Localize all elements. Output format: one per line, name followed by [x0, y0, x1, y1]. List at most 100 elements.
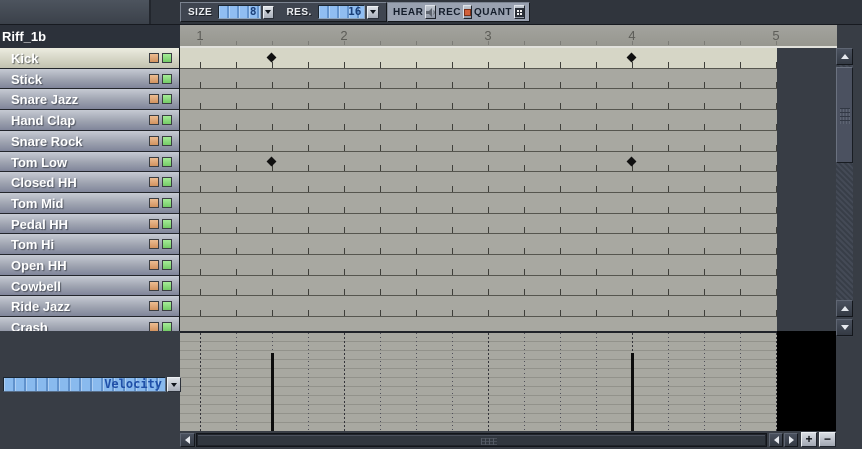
instrument-name: Snare Rock — [11, 134, 83, 149]
instrument-row-pedal-hh[interactable]: Pedal HH — [0, 214, 179, 235]
scroll-left-button[interactable] — [180, 433, 195, 447]
solo-button[interactable] — [162, 115, 172, 125]
instrument-row-stick[interactable]: Stick — [0, 69, 179, 90]
ruler-tick-mark — [200, 41, 201, 45]
solo-button[interactable] — [162, 198, 172, 208]
grid-row-snare-rock[interactable] — [180, 131, 777, 152]
mute-button[interactable] — [149, 322, 159, 331]
solo-button[interactable] — [162, 136, 172, 146]
instrument-row-closed-hh[interactable]: Closed HH — [0, 172, 179, 193]
speaker-icon — [426, 8, 435, 17]
instrument-name: Snare Jazz — [11, 92, 78, 107]
quantize-toggle-button[interactable] — [514, 5, 525, 19]
velocity-bar[interactable] — [271, 353, 274, 431]
scroll-down-button[interactable] — [836, 319, 853, 336]
solo-button[interactable] — [162, 260, 172, 270]
velocity-bar[interactable] — [631, 353, 634, 431]
mute-button[interactable] — [149, 198, 159, 208]
zoom-in-button[interactable]: + — [801, 432, 817, 447]
timeline-ruler[interactable]: 12345 — [180, 25, 837, 48]
vertical-scrollbar-thumb[interactable] — [836, 67, 853, 163]
arrow-down-icon — [841, 325, 849, 330]
solo-button[interactable] — [162, 74, 172, 84]
mute-button[interactable] — [149, 74, 159, 84]
arrow-up-icon — [841, 54, 849, 59]
solo-button[interactable] — [162, 157, 172, 167]
scroll-up-button-2[interactable] — [836, 300, 853, 317]
rec-label: REC — [438, 7, 461, 18]
property-dropdown-button[interactable] — [167, 377, 181, 392]
vertical-scrollbar[interactable] — [836, 48, 853, 337]
instrument-row-snare-jazz[interactable]: Snare Jazz — [0, 89, 179, 110]
instrument-row-open-hh[interactable]: Open HH — [0, 255, 179, 276]
instrument-row-crash[interactable]: Crash — [0, 317, 179, 331]
grid-row-snare-jazz[interactable] — [180, 89, 777, 110]
solo-button[interactable] — [162, 177, 172, 187]
scroll-left-button-2[interactable] — [769, 433, 783, 447]
mute-button[interactable] — [149, 157, 159, 167]
instrument-row-hand-clap[interactable]: Hand Clap — [0, 110, 179, 131]
velocity-gridline — [704, 333, 705, 431]
grid-row-ride-jazz[interactable] — [180, 296, 777, 317]
mute-button[interactable] — [149, 136, 159, 146]
hear-toggle-button[interactable] — [425, 5, 436, 19]
grid-icon — [515, 8, 524, 17]
instrument-row-kick[interactable]: Kick — [0, 48, 179, 69]
mute-button[interactable] — [149, 53, 159, 63]
solo-button[interactable] — [162, 301, 172, 311]
solo-button[interactable] — [162, 94, 172, 104]
scroll-up-button[interactable] — [836, 48, 853, 65]
ruler-tick-mark — [632, 41, 633, 45]
horizontal-scrollbar-track[interactable] — [196, 433, 767, 447]
zoom-out-button[interactable]: − — [819, 432, 836, 447]
grid-row-closed-hh[interactable] — [180, 172, 777, 193]
ruler-tick-mark — [416, 41, 417, 45]
instrument-buttons — [149, 198, 172, 208]
grid-row-tom-mid[interactable] — [180, 193, 777, 214]
mute-button[interactable] — [149, 94, 159, 104]
mute-button[interactable] — [149, 177, 159, 187]
instrument-row-tom-low[interactable]: Tom Low — [0, 152, 179, 173]
solo-button[interactable] — [162, 219, 172, 229]
scroll-right-button[interactable] — [784, 433, 798, 447]
velocity-panel-void — [777, 331, 836, 431]
instrument-name: Stick — [11, 72, 42, 87]
instrument-row-ride-jazz[interactable]: Ride Jazz — [0, 296, 179, 317]
ruler-tick-mark — [668, 41, 669, 45]
mute-button[interactable] — [149, 281, 159, 291]
grid-row-crash[interactable] — [180, 317, 777, 331]
instrument-row-snare-rock[interactable]: Snare Rock — [0, 131, 179, 152]
grid-row-tom-hi[interactable] — [180, 234, 777, 255]
velocity-gridline — [416, 333, 417, 431]
instrument-buttons — [149, 157, 172, 167]
mute-button[interactable] — [149, 115, 159, 125]
record-icon — [464, 9, 471, 16]
mute-button[interactable] — [149, 260, 159, 270]
solo-button[interactable] — [162, 53, 172, 63]
solo-button[interactable] — [162, 322, 172, 331]
instrument-row-cowbell[interactable]: Cowbell — [0, 276, 179, 297]
mute-button[interactable] — [149, 219, 159, 229]
ruler-tick-mark — [272, 41, 273, 45]
instrument-buttons — [149, 219, 172, 229]
solo-button[interactable] — [162, 239, 172, 249]
size-dropdown-button[interactable] — [263, 6, 275, 19]
res-dropdown-button[interactable] — [367, 6, 379, 19]
grid-row-open-hh[interactable] — [180, 255, 777, 276]
mute-button[interactable] — [149, 301, 159, 311]
instrument-row-tom-hi[interactable]: Tom Hi — [0, 234, 179, 255]
arrow-left-icon — [185, 436, 190, 444]
record-toggle-button[interactable] — [463, 5, 472, 19]
grid-row-hand-clap[interactable] — [180, 110, 777, 131]
grid-row-stick[interactable] — [180, 69, 777, 90]
instrument-row-tom-mid[interactable]: Tom Mid — [0, 193, 179, 214]
res-value-lcd: 16 — [318, 5, 366, 19]
velocity-gridline — [200, 333, 201, 431]
velocity-panel[interactable] — [180, 331, 777, 431]
note-grid[interactable] — [180, 48, 777, 331]
grid-row-pedal-hh[interactable] — [180, 214, 777, 235]
mute-button[interactable] — [149, 239, 159, 249]
grid-row-cowbell[interactable] — [180, 276, 777, 297]
horizontal-scrollbar-thumb[interactable] — [198, 435, 765, 445]
solo-button[interactable] — [162, 281, 172, 291]
